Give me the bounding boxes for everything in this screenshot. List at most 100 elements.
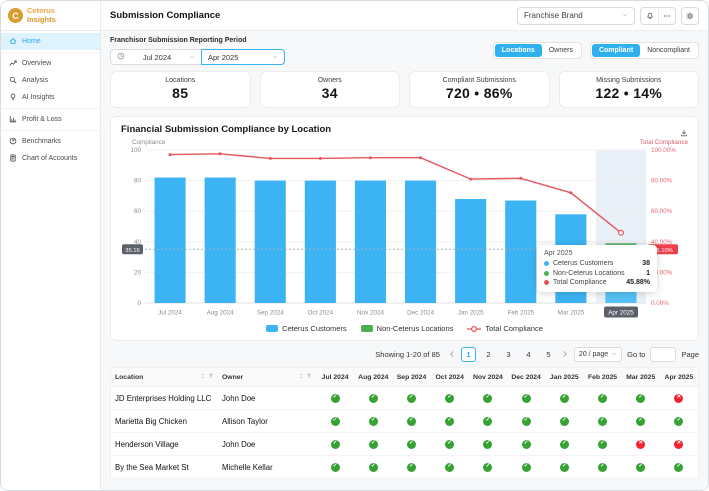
- settings-button[interactable]: [681, 7, 699, 25]
- page-button-1[interactable]: 1: [461, 347, 476, 362]
- bar-aug-2024[interactable]: [205, 178, 236, 304]
- check-circle-icon: ✓: [636, 394, 645, 403]
- sidebar-item-home[interactable]: Home: [1, 33, 100, 50]
- line-point-nov-2024[interactable]: [369, 156, 372, 159]
- toggle-noncompliant[interactable]: Noncompliant: [640, 44, 697, 57]
- more-button[interactable]: [658, 8, 675, 24]
- bar-jul-2024[interactable]: [155, 178, 186, 304]
- line-point-aug-2024[interactable]: [219, 152, 222, 155]
- status-cell-nov-2024: ✓: [469, 417, 507, 426]
- owner-cell: Michelle Kellar: [218, 463, 316, 472]
- line-point-jan-2025[interactable]: [469, 178, 472, 181]
- next-page-button[interactable]: [561, 350, 569, 360]
- line-point-feb-2025[interactable]: [519, 177, 522, 180]
- svg-text:Apr 2025: Apr 2025: [608, 310, 634, 317]
- line-point-mar-2025[interactable]: [569, 191, 572, 194]
- check-circle-icon: ✓: [369, 417, 378, 426]
- sidebar-item-label: Analysis: [22, 77, 48, 84]
- page-button-4[interactable]: 4: [521, 347, 536, 362]
- sidebar-item-label: Profit & Loss: [22, 116, 62, 123]
- sidebar-item-overview[interactable]: Overview: [1, 55, 100, 72]
- filter-icon[interactable]: [306, 373, 312, 381]
- bar-nov-2024[interactable]: [355, 181, 386, 303]
- reporting-period-range-picker: Jul 2024 Apr 2025: [110, 49, 285, 65]
- legend-total-compliance[interactable]: Total Compliance: [467, 324, 543, 333]
- tooltip-row-non-ceterus-locations: Non-Ceterus Locations 1: [544, 270, 650, 277]
- legend-ceterus-customers[interactable]: Ceterus Customers: [266, 324, 347, 333]
- sidebar-item-label: Chart of Accounts: [22, 155, 77, 162]
- toggle-owners[interactable]: Owners: [542, 44, 580, 57]
- toggle-compliant[interactable]: Compliant: [592, 44, 640, 57]
- pagination-summary: Showing 1-20 of 85: [375, 350, 440, 359]
- bar-feb-2025[interactable]: [505, 201, 536, 304]
- sort-icon[interactable]: [200, 373, 206, 381]
- main-panel: Submission Compliance Franchise Brand Fr…: [101, 1, 708, 490]
- bar-jan-2025[interactable]: [455, 199, 486, 303]
- sidebar-item-chart-of-accounts[interactable]: Chart of Accounts: [1, 150, 100, 167]
- line-point-dec-2024[interactable]: [419, 156, 422, 159]
- sidebar-item-ai-insights[interactable]: AI Insights: [1, 89, 100, 106]
- svg-text:Feb 2025: Feb 2025: [507, 310, 534, 317]
- check-circle-icon: ✓: [445, 417, 454, 426]
- total-compliance-line: [170, 154, 621, 233]
- column-header-aug-2024: Aug 2024: [354, 368, 392, 386]
- filter-icon[interactable]: [208, 373, 214, 381]
- page-button-5[interactable]: 5: [541, 347, 556, 362]
- column-header-icons: [200, 373, 214, 381]
- column-header-owner[interactable]: Owner: [218, 368, 316, 386]
- ceterus-logo-icon: C: [8, 8, 23, 23]
- prev-page-button[interactable]: [448, 350, 456, 360]
- content: Franchisor Submission Reporting Period J…: [101, 31, 708, 490]
- line-point-jul-2024[interactable]: [169, 153, 172, 156]
- sort-icon[interactable]: [298, 373, 304, 381]
- pagination: Showing 1-20 of 85 12345 20 / page Go to…: [110, 347, 699, 362]
- toggle-locations[interactable]: Locations: [495, 44, 542, 57]
- page-button-3[interactable]: 3: [501, 347, 516, 362]
- goto-page-input[interactable]: [650, 347, 676, 362]
- bar-dec-2024[interactable]: [405, 181, 436, 303]
- bell-icon: [646, 7, 654, 25]
- search-icon: [9, 76, 17, 86]
- check-circle-icon: ✓: [331, 463, 340, 472]
- tooltip-value: 1: [646, 270, 650, 277]
- sidebar-group: Home: [1, 31, 100, 53]
- legend-non-ceterus-locations[interactable]: Non-Ceterus Locations: [361, 324, 454, 333]
- period-start-select[interactable]: Jul 2024: [110, 49, 202, 65]
- franchise-brand-select-value: Franchise Brand: [524, 11, 583, 20]
- column-header-location[interactable]: Location: [111, 368, 218, 386]
- column-header-nov-2024: Nov 2024: [469, 368, 507, 386]
- sidebar-item-profit-loss[interactable]: Profit & Loss: [1, 111, 100, 128]
- status-cell-dec-2024: ✓: [507, 394, 545, 403]
- check-circle-icon: ✓: [598, 463, 607, 472]
- sidebar-item-benchmarks[interactable]: Benchmarks: [1, 133, 100, 150]
- svg-text:Jan 2025: Jan 2025: [458, 310, 484, 317]
- svg-text:Mar 2025: Mar 2025: [558, 310, 585, 317]
- notification-button[interactable]: [641, 8, 658, 24]
- status-cell-sep-2024: ✓: [392, 417, 430, 426]
- download-chart-button[interactable]: [680, 124, 688, 142]
- line-point-oct-2024[interactable]: [319, 157, 322, 160]
- chevron-down-icon: [272, 53, 278, 62]
- status-cell-apr-2025: ✓: [660, 463, 698, 472]
- compliance-chart: 0204060801000.00%20.00%40.00%60.00%80.00…: [121, 137, 688, 321]
- check-circle-icon: ✓: [483, 417, 492, 426]
- line-point-sep-2024[interactable]: [269, 157, 272, 160]
- line-point-apr-2025[interactable]: [619, 230, 624, 235]
- topbar-controls: Franchise Brand: [517, 7, 699, 25]
- bar-oct-2024[interactable]: [305, 181, 336, 303]
- check-circle-icon: ✓: [369, 463, 378, 472]
- page-button-2[interactable]: 2: [481, 347, 496, 362]
- franchise-brand-select[interactable]: Franchise Brand: [517, 7, 635, 25]
- close-circle-icon: ✕: [674, 394, 683, 403]
- location-cell: Henderson Village: [111, 440, 218, 449]
- svg-text:0: 0: [137, 300, 141, 307]
- tooltip-value: 45.88%: [626, 279, 650, 286]
- page-size-select[interactable]: 20 / page: [574, 347, 622, 362]
- sidebar-item-label: Home: [22, 38, 41, 45]
- sidebar-item-analysis[interactable]: Analysis: [1, 72, 100, 89]
- stat-label: Owners: [261, 77, 400, 84]
- legend-swatch: [266, 325, 278, 332]
- check-circle-icon: ✓: [560, 440, 569, 449]
- bar-sep-2024[interactable]: [255, 181, 286, 303]
- period-end-select[interactable]: Apr 2025: [201, 49, 285, 65]
